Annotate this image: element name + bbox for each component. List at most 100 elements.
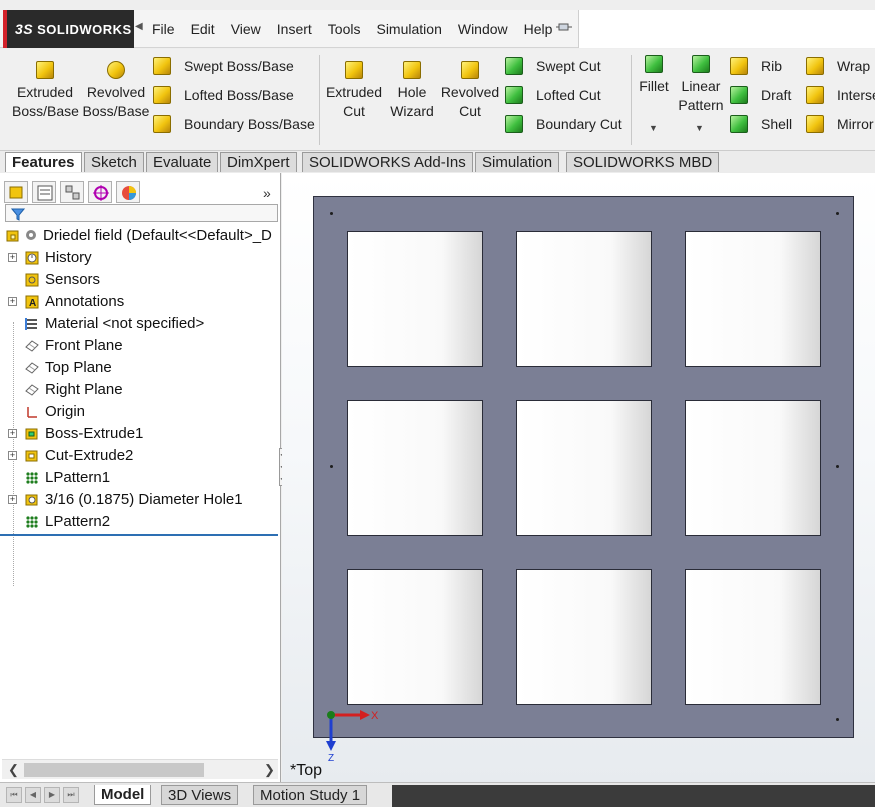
origin-icon [27, 407, 37, 418]
tab-sketch[interactable]: Sketch [84, 152, 144, 172]
hole-wizard-button[interactable]: Hole Wizard [386, 61, 438, 121]
tab-mbd[interactable]: SOLIDWORKS MBD [566, 152, 720, 172]
mounting-hole[interactable] [330, 465, 333, 468]
dimxpertmanager-tab[interactable] [88, 181, 112, 203]
mirror-button[interactable]: Mirror [806, 113, 874, 135]
pocket-cutout[interactable] [347, 400, 483, 536]
linear-pattern-button[interactable]: Linear Pattern [676, 55, 726, 115]
mounting-hole[interactable] [836, 212, 839, 215]
tree-item-label: Top Plane [45, 359, 112, 376]
part-plate[interactable] [313, 196, 854, 738]
scroll-right-icon[interactable]: ❯ [264, 762, 275, 778]
tree-item-label: Annotations [45, 293, 125, 310]
tab-dimxpert[interactable]: DimXpert [220, 152, 297, 172]
pocket-cutout[interactable] [516, 569, 652, 705]
expand-toggle-icon[interactable]: + [8, 495, 17, 504]
solidworks-logo[interactable]: 3S SOLIDWORKS [3, 10, 134, 48]
rollback-bar[interactable] [0, 534, 278, 536]
revolved-boss-button[interactable]: Revolved Boss/Base [82, 61, 150, 121]
tab-features[interactable]: Features [5, 152, 82, 172]
menu-tools[interactable]: Tools [320, 21, 369, 37]
more-tabs-chevron-icon[interactable]: » [263, 185, 271, 201]
shell-button[interactable]: Shell [730, 113, 792, 135]
first-tab-icon[interactable]: ⏮ [6, 787, 22, 803]
menu-file[interactable]: File [144, 21, 183, 37]
swept-boss-button[interactable]: Swept Boss/Base [153, 55, 294, 77]
mounting-hole[interactable] [330, 212, 333, 215]
menu-view[interactable]: View [223, 21, 269, 37]
tree-item[interactable]: Material <not specified> [0, 313, 281, 335]
tab-model[interactable]: Model [94, 785, 152, 805]
tab-evaluate[interactable]: Evaluate [146, 152, 219, 172]
tree-item[interactable]: LPattern1 [0, 467, 281, 489]
tree-item-label: History [45, 249, 92, 266]
menu-flyout-arrow-icon[interactable]: ◀ [135, 21, 143, 32]
last-tab-icon[interactable]: ⏭ [63, 787, 79, 803]
swept-cut-button[interactable]: Swept Cut [505, 55, 601, 77]
boundary-boss-button[interactable]: Boundary Boss/Base [153, 113, 315, 135]
horizontal-scrollbar[interactable]: ❮ ❯ [2, 759, 278, 779]
menu-edit[interactable]: Edit [183, 21, 223, 37]
tab-motion-study[interactable]: Motion Study 1 [253, 785, 368, 805]
intersect-button[interactable]: Interse [806, 84, 875, 106]
scroll-left-icon[interactable]: ❮ [8, 762, 19, 778]
expand-toggle-icon[interactable]: + [8, 429, 17, 438]
shell-icon [730, 115, 748, 133]
displaymanager-tab[interactable] [116, 181, 140, 203]
tree-root-part[interactable]: Driedel field (Default<<Default>_D [0, 225, 281, 247]
linear-pattern-dropdown-icon[interactable]: ▼ [695, 123, 704, 133]
menu-help[interactable]: Help [516, 21, 561, 37]
extruded-cut-button[interactable]: Extruded Cut [323, 61, 385, 121]
pocket-cutout[interactable] [685, 231, 821, 367]
tree-item[interactable]: + History [0, 247, 281, 269]
tree-item[interactable]: + Boss-Extrude1 [0, 423, 281, 445]
scroll-thumb[interactable] [24, 763, 204, 777]
menu-window[interactable]: Window [450, 21, 516, 37]
wrap-button[interactable]: Wrap [806, 55, 870, 77]
rib-button[interactable]: Rib [730, 55, 782, 77]
tree-item[interactable]: LPattern2 [0, 511, 281, 533]
pocket-cutout[interactable] [516, 400, 652, 536]
mounting-hole[interactable] [836, 718, 839, 721]
tree-item[interactable]: Origin [0, 401, 281, 423]
tree-item[interactable]: Top Plane [0, 357, 281, 379]
boundary-cut-button[interactable]: Boundary Cut [505, 113, 622, 135]
draft-button[interactable]: Draft [730, 84, 791, 106]
tab-addins[interactable]: SOLIDWORKS Add-Ins [302, 152, 473, 172]
expand-toggle-icon[interactable]: + [8, 451, 17, 460]
pocket-cutout[interactable] [347, 569, 483, 705]
featuremanager-tab[interactable] [4, 181, 28, 203]
pocket-cutout[interactable] [685, 400, 821, 536]
tree-item[interactable]: + Cut-Extrude2 [0, 445, 281, 467]
tab-simulation[interactable]: Simulation [475, 152, 560, 172]
graphics-area[interactable]: X Z *Top [282, 173, 875, 782]
lofted-boss-button[interactable]: Lofted Boss/Base [153, 84, 294, 106]
extruded-boss-button[interactable]: Extruded Boss/Base [12, 61, 79, 121]
tree-item[interactable]: Front Plane [0, 335, 281, 357]
tab-3d-views[interactable]: 3D Views [161, 785, 239, 805]
pocket-cutout[interactable] [685, 569, 821, 705]
propertymanager-tab[interactable] [32, 181, 56, 203]
pocket-cutout[interactable] [516, 231, 652, 367]
menu-insert[interactable]: Insert [269, 21, 320, 37]
prev-tab-icon[interactable]: ◀ [25, 787, 41, 803]
fillet-button[interactable]: Fillet [636, 55, 672, 96]
menu-simulation[interactable]: Simulation [368, 21, 449, 37]
menu-bar: 3S SOLIDWORKS ◀ File Edit View Insert To… [0, 10, 875, 48]
tree-item[interactable]: + A Annotations [0, 291, 281, 313]
pin-icon[interactable] [556, 21, 572, 35]
next-tab-icon[interactable]: ▶ [44, 787, 60, 803]
fillet-dropdown-icon[interactable]: ▼ [649, 123, 658, 133]
revolved-cut-button[interactable]: Revolved Cut [440, 61, 500, 121]
expand-toggle-icon[interactable]: + [8, 253, 17, 262]
mounting-hole[interactable] [836, 465, 839, 468]
pocket-cutout[interactable] [347, 231, 483, 367]
tree-item[interactable]: Right Plane [0, 379, 281, 401]
tree-item[interactable]: Sensors [0, 269, 281, 291]
main-menu: File Edit View Insert Tools Simulation W… [144, 10, 560, 48]
configurationmanager-tab[interactable] [60, 181, 84, 203]
expand-toggle-icon[interactable]: + [8, 297, 17, 306]
tree-filter-box[interactable] [5, 204, 278, 222]
tree-item[interactable]: +3/16 (0.1875) Diameter Hole1 [0, 489, 281, 511]
lofted-cut-button[interactable]: Lofted Cut [505, 84, 601, 106]
